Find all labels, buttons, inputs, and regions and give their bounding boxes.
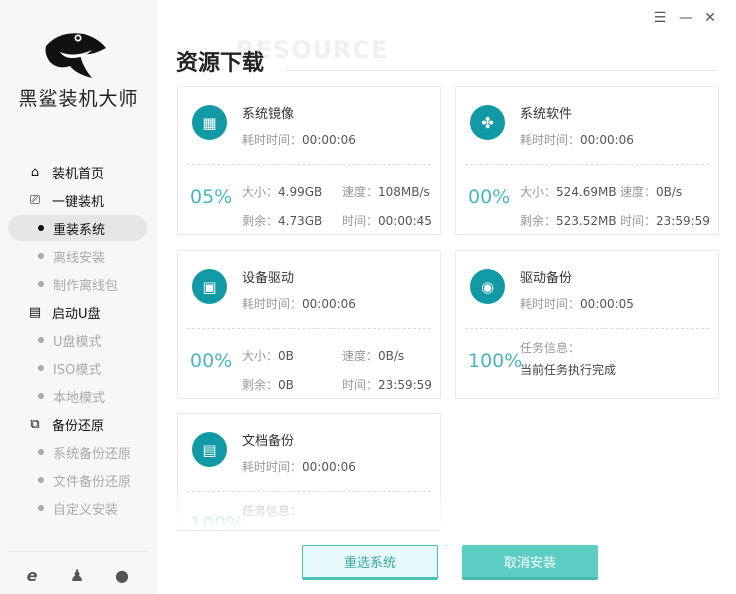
progress-percent: 00%: [190, 350, 233, 372]
brand-name: 黑鲨装机大师: [18, 88, 139, 110]
card-title: 文档备份: [242, 434, 295, 449]
elapsed-time: 耗时时间：00:00:05: [520, 297, 634, 311]
elapsed-time: 耗时时间：00:00:06: [242, 297, 356, 311]
sidebar-item[interactable]: 离线安装: [0, 242, 157, 270]
close-icon[interactable]: ✕: [702, 10, 718, 26]
bullet-icon: [38, 477, 44, 483]
bullet-icon: [38, 393, 44, 399]
shark-logo: [45, 33, 106, 78]
reselect-system-button[interactable]: 重选系统: [302, 545, 438, 580]
software-icon: ✤: [470, 105, 505, 140]
sidebar-item[interactable]: 文件备份还原: [0, 466, 157, 494]
sidebar-item[interactable]: ⌂ 装机首页: [0, 158, 157, 186]
monitor-icon: ⎚: [29, 192, 41, 208]
card-title: 驱动备份: [520, 271, 573, 286]
speed: 速度：0B/s: [342, 349, 405, 363]
sidebar-item-label: 本地模式: [53, 390, 106, 406]
size: 大小：524.69MB: [520, 185, 617, 199]
progress-percent: 100%: [468, 350, 523, 372]
remaining: 剩余：0B: [242, 378, 294, 392]
sidebar-item-label: 离线安装: [53, 250, 106, 266]
sidebar-item-label: 装机首页: [52, 166, 105, 182]
bullet-icon: [38, 253, 44, 259]
sidebar-item-label: 自定义安装: [53, 502, 119, 518]
sidebar-item[interactable]: U盘模式: [0, 326, 157, 354]
home-icon: ⌂: [30, 164, 40, 180]
bullet-icon: [38, 281, 44, 287]
time-left: 时间：00:00:45: [342, 214, 432, 228]
sidebar-item-label: ISO模式: [53, 362, 102, 378]
remaining: 剩余：4.73GB: [242, 214, 323, 228]
speed: 速度：108MB/s: [342, 185, 430, 199]
task-info: 当前任务执行完成: [520, 363, 617, 377]
wechat-icon[interactable]: ●: [112, 566, 132, 585]
menu-icon[interactable]: ☰: [652, 10, 668, 26]
elapsed-time: 耗时时间：00:00:06: [242, 133, 356, 147]
bullet-icon: [38, 337, 44, 343]
sidebar-item[interactable]: ⎚ 一键装机: [0, 186, 157, 214]
sidebar-item-label: 制作离线包: [53, 278, 119, 294]
divider: [465, 328, 709, 329]
sidebar-item[interactable]: ⧉ 备份还原: [0, 410, 157, 438]
cancel-install-button[interactable]: 取消安装: [462, 545, 598, 580]
sidebar-item[interactable]: ▤ 启动U盘: [0, 298, 157, 326]
divider: [187, 491, 431, 492]
time-left: 时间：23:59:59: [342, 378, 432, 392]
sidebar-item[interactable]: ISO模式: [0, 354, 157, 382]
progress-percent: 05%: [190, 186, 233, 208]
bullet-icon: [38, 505, 44, 511]
sidebar-item-label: 系统备份还原: [53, 446, 132, 462]
disk-icon: ◉: [470, 269, 505, 304]
download-card: ▣ 设备驱动 耗时时间：00:00:06 00% 大小：0B 速度：0B/s 剩余…: [177, 250, 441, 399]
page-title: 资源下载: [176, 51, 265, 76]
driver-icon: ▣: [192, 269, 227, 304]
sidebar-item[interactable]: 系统备份还原: [0, 438, 157, 466]
sidebar-item[interactable]: 重装系统: [0, 214, 157, 242]
usb-icon: ▤: [28, 304, 42, 320]
sidebar-item-label: 备份还原: [52, 418, 105, 434]
sidebar-item[interactable]: 自定义安装: [0, 494, 157, 522]
qq-icon[interactable]: ♟: [67, 566, 87, 585]
task-info-label: 任务信息：: [520, 341, 581, 355]
sidebar-item-label: 重装系统: [53, 222, 106, 238]
time-left: 时间：23:59:59: [620, 214, 710, 228]
download-card: ▦ 系统镜像 耗时时间：00:00:06 05% 大小：4.99GB 速度：108…: [177, 86, 441, 235]
sidebar-item-label: 启动U盘: [52, 306, 101, 322]
scroll-fade: [160, 495, 736, 530]
card-title: 设备驱动: [242, 271, 295, 286]
sidebar-nav: ⌂ 装机首页 ⎚ 一键装机重装系统离线安装制作离线包 ▤ 启动U盘 U盘模式 ISO模式本地模…: [0, 158, 157, 522]
divider: [8, 551, 147, 552]
speed: 速度：0B/s: [620, 185, 683, 199]
download-card: ◉ 驱动备份 耗时时间：00:00:05 100% 任务信息： 当前任务执行完成: [455, 250, 719, 399]
sidebar-item[interactable]: 制作离线包: [0, 270, 157, 298]
divider: [187, 328, 431, 329]
bullet-icon: [38, 449, 44, 455]
sidebar-item-label: 文件备份还原: [53, 474, 132, 490]
card-title: 系统镜像: [242, 107, 295, 122]
download-card: ✤ 系统软件 耗时时间：00:00:06 00% 大小：524.69MB 速度：0…: [455, 86, 719, 235]
elapsed-time: 耗时时间：00:00:06: [520, 133, 634, 147]
card-title: 系统软件: [520, 107, 573, 122]
document-icon: ▤: [192, 432, 227, 467]
size: 大小：4.99GB: [242, 185, 323, 199]
sidebar: 黑鲨装机大师 ⌂ 装机首页 ⎚ 一键装机重装系统离线安装制作离线包 ▤ 启动U盘 U盘模式 I…: [0, 0, 157, 594]
minimize-icon[interactable]: —: [678, 10, 694, 26]
sidebar-item-label: 一键装机: [52, 194, 105, 210]
divider: [187, 164, 431, 165]
bullet-icon: [38, 365, 44, 371]
progress-percent: 00%: [468, 186, 511, 208]
size: 大小：0B: [242, 349, 294, 363]
ie-browser-icon[interactable]: e: [22, 566, 42, 585]
windows-icon: ▦: [192, 105, 227, 140]
sidebar-item[interactable]: 本地模式: [0, 382, 157, 410]
sidebar-item-label: U盘模式: [53, 334, 102, 350]
divider: [286, 70, 718, 71]
elapsed-time: 耗时时间：00:00:06: [242, 460, 356, 474]
divider: [465, 164, 709, 165]
remaining: 剩余：523.52MB: [520, 214, 617, 228]
backup-restore-icon: ⧉: [30, 416, 40, 432]
bullet-icon: [38, 225, 44, 231]
